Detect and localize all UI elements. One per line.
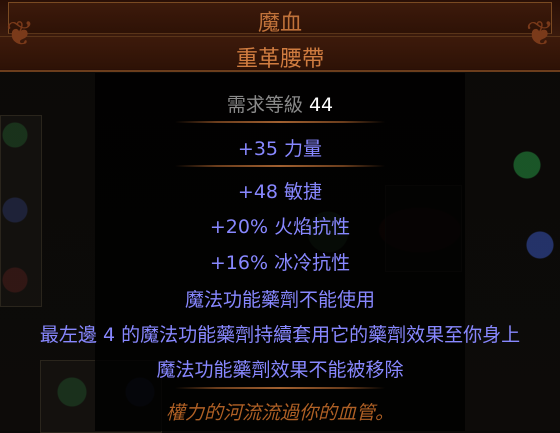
requirement-label: 需求等級 bbox=[226, 94, 303, 116]
requirement-value: 44 bbox=[308, 94, 334, 116]
item-base-type: 重革腰帶 bbox=[235, 47, 324, 72]
separator bbox=[175, 121, 385, 123]
requirement-line: 需求等級 44 bbox=[0, 90, 560, 117]
tooltip-header: ❦ ❦ 魔血 重革腰帶 bbox=[0, 0, 560, 72]
item-name: 魔血 bbox=[257, 11, 302, 36]
explicit-mod: +20% 火焰抗性 bbox=[209, 216, 351, 238]
explicit-mod: 最左邊 4 的魔法功能藥劑持續套用它的藥劑效果至你身上 bbox=[39, 324, 521, 346]
explicit-mod: +16% 冰冷抗性 bbox=[209, 252, 351, 274]
implicit-mod: +35 力量 bbox=[237, 138, 323, 160]
separator bbox=[175, 165, 385, 167]
flavor-text: 權力的河流流過你的血管。 bbox=[165, 402, 394, 424]
item-tooltip: ❦ ❦ 魔血 重革腰帶 需求等級 44 +35 力量 +48 敏捷 +20% 火… bbox=[0, 0, 560, 431]
explicit-mod: 魔法功能藥劑效果不能被移除 bbox=[156, 359, 404, 381]
explicit-mod: +48 敏捷 bbox=[237, 181, 323, 203]
separator bbox=[175, 387, 385, 389]
explicit-mod: 魔法功能藥劑不能使用 bbox=[184, 289, 375, 311]
